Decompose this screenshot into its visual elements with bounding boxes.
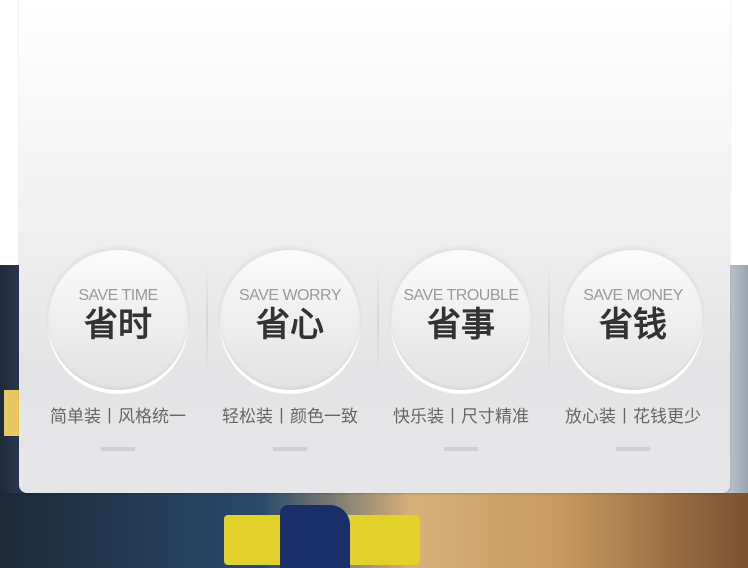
blue-throw: [280, 505, 350, 568]
feature-save-money: SAVE MONEY 省钱 放心装丨花钱更少: [558, 250, 708, 451]
feature-english-title: SAVE TIME: [78, 287, 158, 304]
feature-subtitle: 轻松装丨颜色一致: [222, 407, 358, 427]
dash-decoration: [616, 447, 650, 451]
dash-decoration: [444, 447, 478, 451]
divider: [206, 265, 208, 377]
divider: [377, 265, 379, 377]
feature-chinese-title: 省钱: [599, 305, 667, 345]
feature-english-title: SAVE TROUBLE: [403, 287, 519, 304]
feature-subtitle: 放心装丨花钱更少: [565, 407, 701, 427]
feature-subtitle: 快乐装丨尺寸精准: [393, 407, 529, 427]
feature-subtitle: 简单装丨风格统一: [50, 407, 186, 427]
divider: [548, 265, 550, 377]
dash-decoration: [101, 447, 135, 451]
feature-chinese-title: 省心: [256, 305, 324, 345]
feature-chinese-title: 省时: [84, 305, 152, 345]
dash-decoration: [273, 447, 307, 451]
feature-save-time: SAVE TIME 省时 简单装丨风格统一: [43, 250, 193, 451]
feature-english-title: SAVE WORRY: [239, 287, 341, 304]
feature-save-trouble: SAVE TROUBLE 省事 快乐装丨尺寸精准: [386, 250, 536, 451]
feature-circle: SAVE MONEY 省钱: [563, 250, 703, 390]
feature-circle: SAVE WORRY 省心: [220, 250, 360, 390]
feature-english-title: SAVE MONEY: [583, 287, 683, 304]
feature-circle: SAVE TROUBLE 省事: [391, 250, 531, 390]
lamp: [4, 390, 20, 436]
feature-chinese-title: 省事: [427, 305, 495, 345]
feature-save-worry: SAVE WORRY 省心 轻松装丨颜色一致: [215, 250, 365, 451]
feature-circle: SAVE TIME 省时: [48, 250, 188, 390]
